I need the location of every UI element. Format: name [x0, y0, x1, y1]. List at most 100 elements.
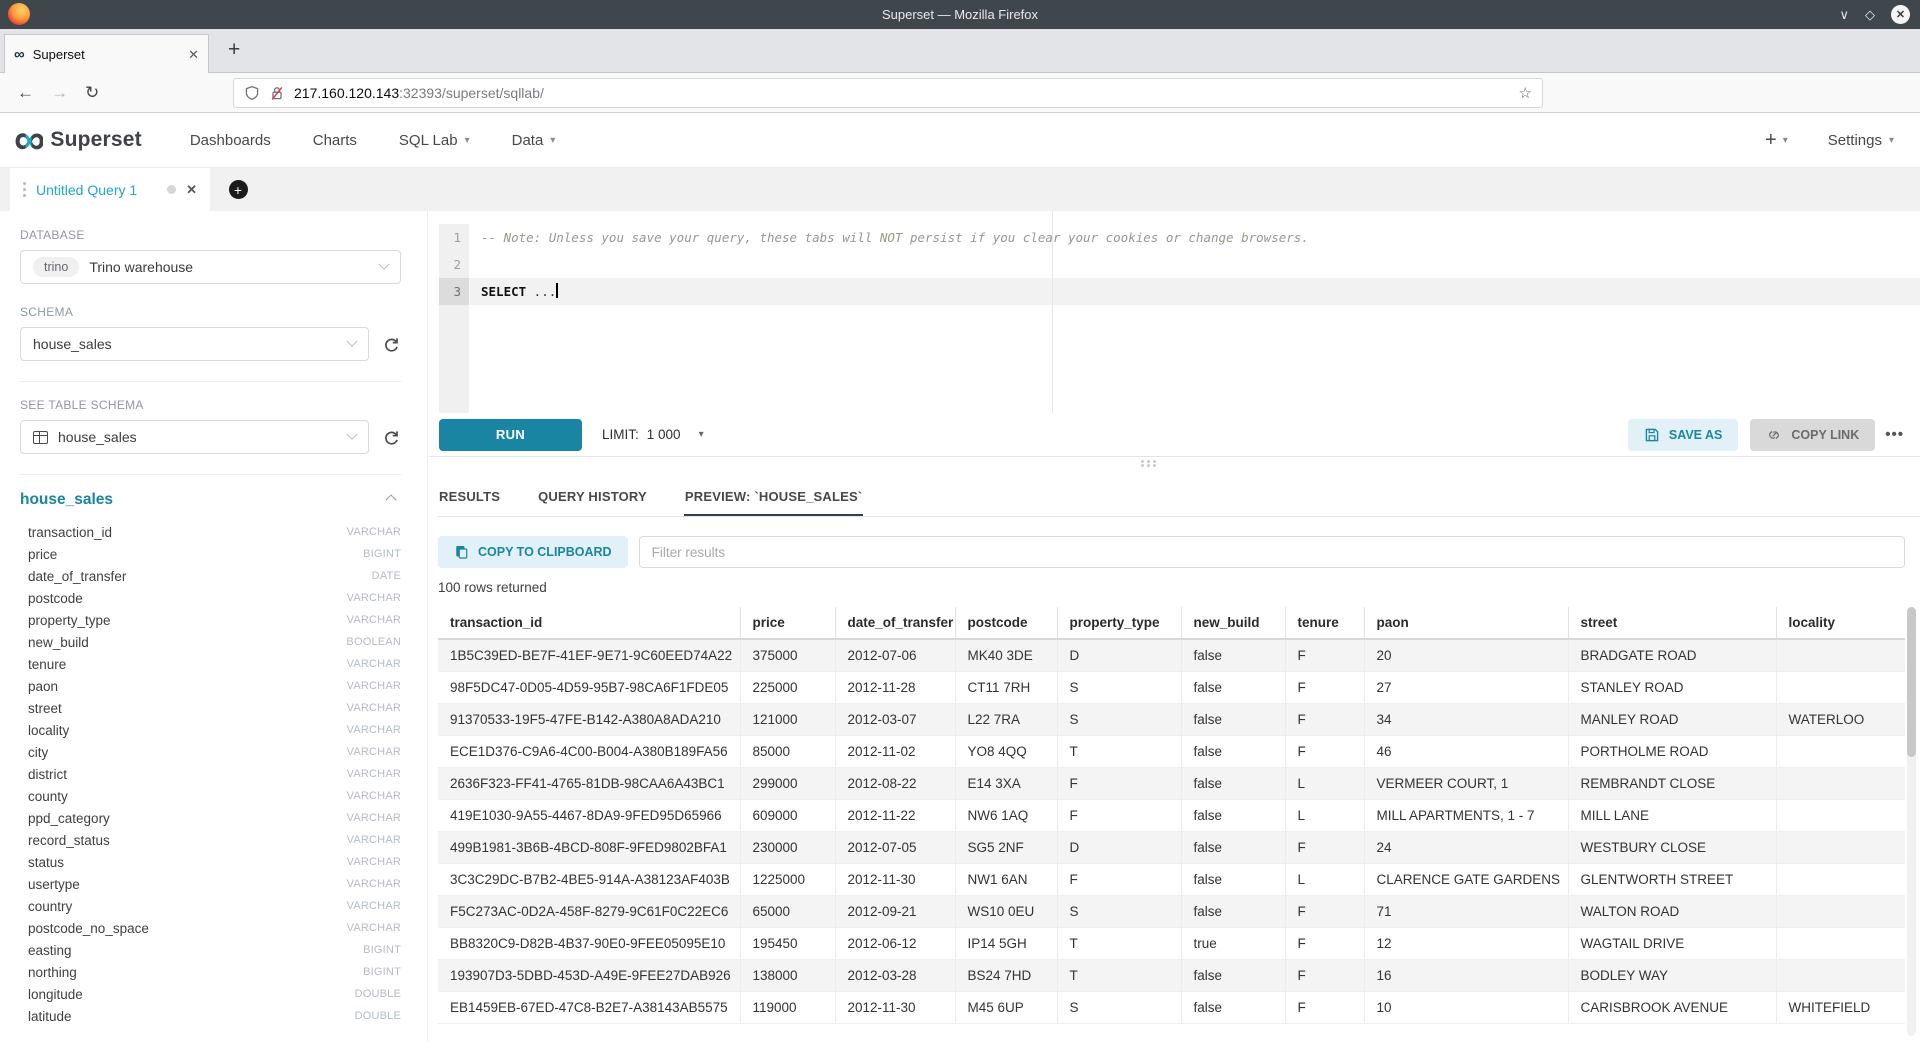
filter-results-input[interactable] — [639, 536, 1905, 568]
collapse-chevron-icon[interactable] — [385, 494, 396, 505]
column-header-date-of-transfer[interactable]: date_of_transfer — [835, 607, 955, 639]
back-icon[interactable]: ← — [17, 83, 34, 103]
more-options-button[interactable]: ••• — [1885, 426, 1904, 443]
schema-column-row[interactable]: longitudeDOUBLE — [20, 983, 401, 1005]
table-row[interactable]: 3C3C29DC-B7B2-4BE5-914A-A38123AF403B1225… — [438, 863, 1905, 895]
schema-column-row[interactable]: countyVARCHAR — [20, 785, 401, 807]
reload-icon[interactable]: ↻ — [85, 83, 99, 103]
table-cell: 2636F323-FF41-4765-81DB-98CAA6A43BC1 — [438, 767, 740, 799]
limit-dropdown[interactable]: LIMIT: 1 000 ▾ — [602, 427, 704, 442]
refresh-table-icon[interactable] — [382, 428, 401, 447]
database-select[interactable]: trino Trino warehouse — [20, 250, 401, 284]
table-row[interactable]: 419E1030-9A55-4467-8DA9-9FED95D659666090… — [438, 799, 1905, 831]
schema-column-row[interactable]: northingBIGINT — [20, 961, 401, 983]
schema-column-row[interactable]: cityVARCHAR — [20, 741, 401, 763]
column-header-postcode[interactable]: postcode — [955, 607, 1057, 639]
schema-column-row[interactable]: postcodeVARCHAR — [20, 587, 401, 609]
schema-column-row[interactable]: record_statusVARCHAR — [20, 829, 401, 851]
vertical-scrollbar[interactable] — [1907, 607, 1916, 1036]
pane-resize-handle[interactable] — [1141, 460, 1163, 467]
run-button[interactable]: RUN — [439, 419, 582, 451]
browser-tab[interactable]: ∞ Superset ✕ — [4, 34, 209, 74]
column-header-price[interactable]: price — [740, 607, 835, 639]
schema-column-row[interactable]: streetVARCHAR — [20, 697, 401, 719]
table-row[interactable]: 98F5DC47-0D05-4D59-95B7-98CA6F1FDE052250… — [438, 671, 1905, 703]
settings-menu[interactable]: Settings▾ — [1828, 132, 1894, 149]
schema-column-row[interactable]: postcode_no_spaceVARCHAR — [20, 917, 401, 939]
schema-column-row[interactable]: transaction_idVARCHAR — [20, 521, 401, 543]
schema-column-row[interactable]: countryVARCHAR — [20, 895, 401, 917]
schema-column-row[interactable]: property_typeVARCHAR — [20, 609, 401, 631]
tab-results[interactable]: RESULTS — [438, 478, 501, 516]
schema-column-row[interactable]: paonVARCHAR — [20, 675, 401, 697]
table-row[interactable]: BB8320C9-D82B-4B37-90E0-9FEE05095E101954… — [438, 927, 1905, 959]
table-cell: 230000 — [740, 831, 835, 863]
plus-icon: + — [1765, 129, 1777, 152]
schema-column-row[interactable]: tenureVARCHAR — [20, 653, 401, 675]
url-field[interactable]: 217.160.120.143:32393/superset/sqllab/ ☆ — [233, 78, 1543, 108]
tab-query-history[interactable]: QUERY HISTORY — [537, 478, 648, 516]
schema-column-row[interactable]: usertypeVARCHAR — [20, 873, 401, 895]
code-line-empty — [481, 251, 1920, 278]
tab-close-icon[interactable]: ✕ — [188, 47, 199, 63]
table-row[interactable]: ECE1D376-C9A6-4C00-B004-A380B189FA568500… — [438, 735, 1905, 767]
sql-editor[interactable]: 123 -- Note: Unless you save your query,… — [429, 211, 1920, 413]
window-close-icon[interactable]: ✕ — [1891, 5, 1910, 24]
forward-icon[interactable]: → — [51, 83, 68, 103]
column-name: street — [28, 701, 62, 716]
table-cell: L — [1285, 767, 1364, 799]
schema-column-row[interactable]: ppd_categoryVARCHAR — [20, 807, 401, 829]
nav-item-data[interactable]: Data▾ — [512, 132, 556, 149]
nav-item-charts[interactable]: Charts — [313, 132, 357, 149]
save-as-button[interactable]: SAVE AS — [1628, 419, 1739, 451]
nav-item-sql-lab[interactable]: SQL Lab▾ — [399, 132, 470, 149]
column-header-street[interactable]: street — [1568, 607, 1776, 639]
table-schema-title[interactable]: house_sales — [20, 491, 113, 509]
column-header-tenure[interactable]: tenure — [1285, 607, 1364, 639]
add-new-button[interactable]: +▾ — [1765, 129, 1788, 152]
superset-brand[interactable]: ∞ Superset — [14, 127, 142, 153]
schema-column-row[interactable]: date_of_transferDATE — [20, 565, 401, 587]
copy-link-button[interactable]: COPY LINK — [1750, 419, 1875, 451]
query-tab[interactable]: Untitled Query 1 ✕ — [10, 168, 210, 211]
schema-column-row[interactable]: eastingBIGINT — [20, 939, 401, 961]
copy-to-clipboard-button[interactable]: COPY TO CLIPBOARD — [438, 536, 628, 568]
drag-handle-icon[interactable] — [23, 182, 26, 197]
editor-code[interactable]: -- Note: Unless you save your query, the… — [481, 224, 1920, 305]
schema-column-row[interactable]: statusVARCHAR — [20, 851, 401, 873]
schema-column-row[interactable]: districtVARCHAR — [20, 763, 401, 785]
table-cell: 20 — [1364, 639, 1568, 671]
tab-preview-house-sales[interactable]: PREVIEW: `HOUSE_SALES` — [684, 478, 864, 516]
window-minimize-icon[interactable]: ∨ — [1839, 8, 1849, 21]
table-row[interactable]: 499B1981-3B6B-4BCD-808F-9FED9802BFA12300… — [438, 831, 1905, 863]
add-query-tab-button[interactable]: + — [216, 168, 260, 211]
table-row[interactable]: 193907D3-5DBD-453D-A49E-9FEE27DAB9261380… — [438, 959, 1905, 991]
column-header-paon[interactable]: paon — [1364, 607, 1568, 639]
schema-column-row[interactable]: localityVARCHAR — [20, 719, 401, 741]
table-row[interactable]: 2636F323-FF41-4765-81DB-98CAA6A43BC12990… — [438, 767, 1905, 799]
schema-column-row[interactable]: new_buildBOOLEAN — [20, 631, 401, 653]
table-row[interactable]: 1B5C39ED-BE7F-41EF-9E71-9C60EED74A223750… — [438, 639, 1905, 671]
table-cell: 98F5DC47-0D05-4D59-95B7-98CA6F1FDE05 — [438, 671, 740, 703]
schema-column-row[interactable]: priceBIGINT — [20, 543, 401, 565]
table-cell: 299000 — [740, 767, 835, 799]
new-tab-button[interactable]: + — [228, 39, 240, 60]
column-header-property-type[interactable]: property_type — [1057, 607, 1181, 639]
column-header-new-build[interactable]: new_build — [1181, 607, 1285, 639]
window-maximize-icon[interactable]: ◇ — [1865, 8, 1875, 21]
bookmark-star-icon[interactable]: ☆ — [1519, 84, 1532, 102]
table-row[interactable]: 91370533-19F5-47FE-B142-A380A8ADA2101210… — [438, 703, 1905, 735]
column-header-locality[interactable]: locality — [1776, 607, 1905, 639]
query-tab-close-icon[interactable]: ✕ — [186, 182, 197, 198]
table-row[interactable]: F5C273AC-0D2A-458F-8279-9C61F0C22EC66500… — [438, 895, 1905, 927]
scrollbar-thumb[interactable] — [1907, 607, 1916, 757]
table-cell: MILL LANE — [1568, 799, 1776, 831]
schema-column-row[interactable]: latitudeDOUBLE — [20, 1005, 401, 1027]
refresh-schema-icon[interactable] — [382, 335, 401, 354]
browser-tab-title: Superset — [33, 47, 180, 62]
schema-select[interactable]: house_sales — [20, 327, 369, 361]
column-header-transaction-id[interactable]: transaction_id — [438, 607, 740, 639]
table-row[interactable]: EB1459EB-67ED-47C8-B2E7-A38143AB55751190… — [438, 991, 1905, 1023]
table-select[interactable]: house_sales — [20, 420, 369, 454]
nav-item-dashboards[interactable]: Dashboards — [190, 132, 271, 149]
